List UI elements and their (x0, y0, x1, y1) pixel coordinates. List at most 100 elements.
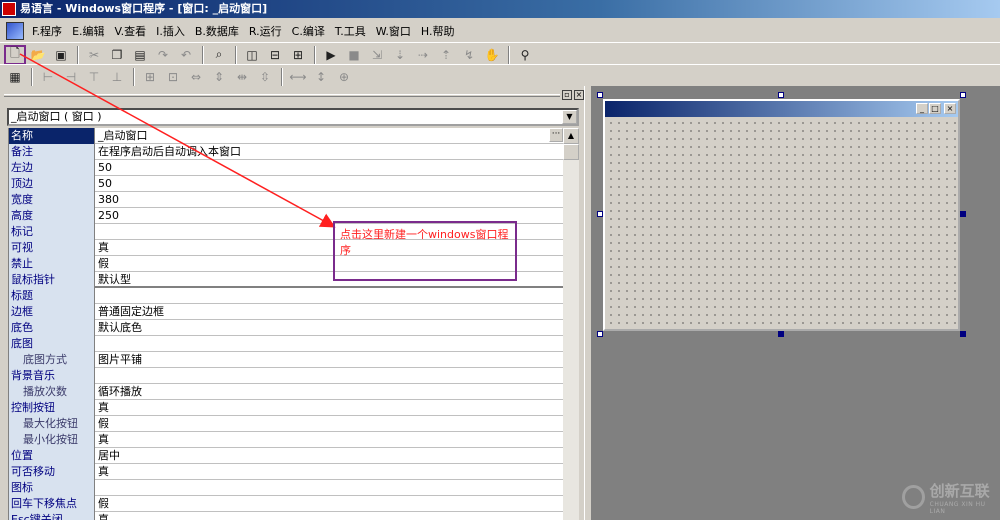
property-value[interactable] (95, 288, 563, 303)
stop-icon[interactable]: ■ (343, 45, 365, 65)
copy-icon[interactable]: ❐ (106, 45, 128, 65)
save-icon[interactable]: ▣ (50, 45, 72, 65)
space-v-icon[interactable]: ⇳ (254, 67, 276, 87)
step-out-icon[interactable]: ⇡ (435, 45, 457, 65)
menu-run[interactable]: R.运行 (245, 23, 286, 39)
find-icon[interactable]: ⌕ (208, 45, 230, 65)
undo-icon[interactable]: ↶ (175, 45, 197, 65)
fit-height-icon[interactable]: ↕ (310, 67, 332, 87)
property-row[interactable]: 名称 _启动窗口 ··· (9, 128, 563, 144)
property-scrollbar[interactable]: ▲ (563, 128, 579, 520)
property-row[interactable]: 底图 (9, 336, 563, 352)
same-height-icon[interactable]: ⇕ (208, 67, 230, 87)
paste-icon[interactable]: ▤ (129, 45, 151, 65)
resize-handle[interactable] (960, 211, 966, 217)
property-value[interactable]: 默认底色 (95, 320, 563, 335)
property-value[interactable]: 50 (95, 176, 563, 191)
align-top-icon[interactable]: ⊤ (83, 67, 105, 87)
new-file-icon[interactable]: 🗋 (4, 44, 26, 65)
chevron-down-icon[interactable]: ▼ (562, 110, 577, 124)
align-bottom-icon[interactable]: ⊥ (106, 67, 128, 87)
menu-database[interactable]: B.数据库 (191, 23, 243, 39)
object-selector[interactable]: _启动窗口 ( 窗口 ) ▼ (7, 108, 579, 126)
property-row[interactable]: 播放次数 循环播放 (9, 384, 563, 400)
property-row[interactable]: 底图方式 图片平铺 (9, 352, 563, 368)
property-value[interactable]: 真 (95, 400, 563, 415)
layout-1-icon[interactable]: ◫ (241, 45, 263, 65)
step-into-icon[interactable]: ⇣ (389, 45, 411, 65)
ellipsis-button[interactable]: ··· (549, 128, 563, 142)
open-folder-icon[interactable]: 📂 (27, 45, 49, 65)
property-row[interactable]: 顶边 50 (9, 176, 563, 192)
run-to-cursor-icon[interactable]: ↯ (458, 45, 480, 65)
startup-window-preview[interactable]: _ □ × (603, 99, 960, 331)
menu-insert[interactable]: I.插入 (152, 23, 189, 39)
property-row[interactable]: 图标 (9, 480, 563, 496)
property-value[interactable]: 50 (95, 160, 563, 175)
fit-width-icon[interactable]: ⟷ (287, 67, 309, 87)
property-value[interactable]: 图片平铺 (95, 352, 563, 367)
panel-restore-icon[interactable]: ▫ (562, 90, 572, 100)
cut-icon[interactable]: ✂ (83, 45, 105, 65)
hand-icon[interactable]: ✋ (481, 45, 503, 65)
menu-tools[interactable]: T.工具 (331, 23, 370, 39)
resize-handle[interactable] (778, 331, 784, 337)
resize-handle[interactable] (597, 92, 603, 98)
panel-grip[interactable] (4, 94, 560, 97)
scroll-thumb[interactable] (563, 144, 579, 160)
resize-handle[interactable] (597, 331, 603, 337)
property-value[interactable]: 普通固定边框 (95, 304, 563, 319)
menu-window[interactable]: W.窗口 (372, 23, 415, 39)
property-value[interactable]: 真 (95, 512, 563, 520)
property-row[interactable]: Esc键关闭真 (9, 512, 563, 520)
form-client-area[interactable] (605, 117, 958, 329)
step-over-icon[interactable]: ⇢ (412, 45, 434, 65)
app-logo-icon[interactable] (6, 22, 24, 40)
layout-3-icon[interactable]: ⊞ (287, 45, 309, 65)
property-row[interactable]: 最大化按钮假 (9, 416, 563, 432)
resize-handle[interactable] (960, 331, 966, 337)
fit-size-icon[interactable]: ⊕ (333, 67, 355, 87)
property-value[interactable]: 真 (95, 464, 563, 479)
property-value[interactable]: 真 (95, 432, 563, 447)
panel-close-icon[interactable]: × (574, 90, 584, 100)
center-v-icon[interactable]: ⊡ (162, 67, 184, 87)
align-right-icon[interactable]: ⊣ (60, 67, 82, 87)
property-value[interactable]: 居中 (95, 448, 563, 463)
scroll-up-icon[interactable]: ▲ (563, 128, 579, 144)
resize-handle[interactable] (778, 92, 784, 98)
property-row[interactable]: 控制按钮真 (9, 400, 563, 416)
property-value[interactable]: 在程序启动后自动调入本窗口 (95, 144, 563, 159)
property-row[interactable]: 左边 50 (9, 160, 563, 176)
center-h-icon[interactable]: ⊞ (139, 67, 161, 87)
redo-icon[interactable]: ↷ (152, 45, 174, 65)
binoculars-icon[interactable]: ⚲ (514, 45, 536, 65)
layout-2-icon[interactable]: ⊟ (264, 45, 286, 65)
property-value[interactable]: 假 (95, 496, 563, 511)
property-row[interactable]: 备注 在程序启动后自动调入本窗口 (9, 144, 563, 160)
menu-view[interactable]: V.查看 (111, 23, 151, 39)
panel-splitter[interactable] (584, 86, 592, 520)
property-row[interactable]: 回车下移焦点假 (9, 496, 563, 512)
property-row[interactable]: 可否移动真 (9, 464, 563, 480)
menu-compile[interactable]: C.编译 (288, 23, 329, 39)
property-row[interactable]: 宽度 380 (9, 192, 563, 208)
property-row[interactable]: 底色 默认底色 (9, 320, 563, 336)
menu-program[interactable]: F.程序 (28, 23, 66, 39)
property-value[interactable] (95, 368, 563, 383)
property-value[interactable]: _启动窗口 (95, 128, 549, 143)
property-row[interactable]: 位置 居中 (9, 448, 563, 464)
resize-handle[interactable] (960, 92, 966, 98)
space-h-icon[interactable]: ⇹ (231, 67, 253, 87)
menu-help[interactable]: H.帮助 (417, 23, 459, 39)
property-row[interactable]: 最小化按钮真 (9, 432, 563, 448)
menu-edit[interactable]: E.编辑 (68, 23, 108, 39)
grid-icon[interactable]: ▦ (4, 67, 26, 87)
property-value[interactable] (95, 480, 563, 495)
property-row[interactable]: 标题 (9, 288, 563, 304)
property-value[interactable]: 380 (95, 192, 563, 207)
property-row[interactable]: 背景音乐 (9, 368, 563, 384)
property-value[interactable] (95, 336, 563, 351)
property-value[interactable]: 循环播放 (95, 384, 563, 399)
property-row[interactable]: 边框 普通固定边框 (9, 304, 563, 320)
